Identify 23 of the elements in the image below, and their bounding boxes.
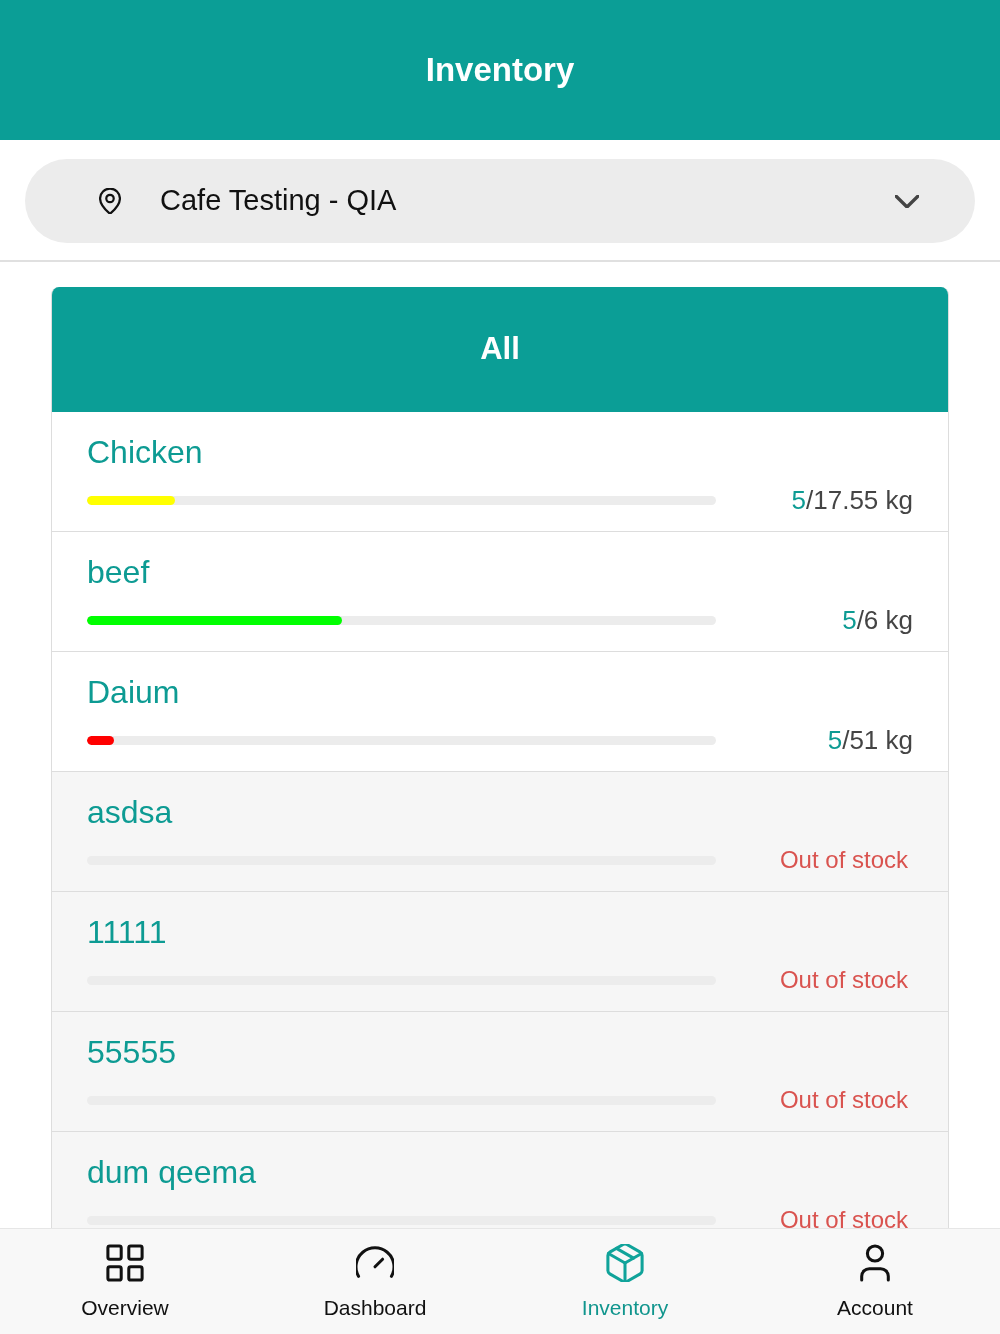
item-name: Chicken: [87, 433, 203, 472]
grid-icon: [106, 1244, 144, 1282]
box-icon: [606, 1244, 644, 1282]
nav-tab[interactable]: Account: [750, 1229, 1000, 1334]
out-of-stock-label: Out of stock: [779, 1085, 908, 1115]
location-pin-icon: [99, 188, 121, 214]
item-name: Daium: [87, 673, 180, 712]
chevron-down-icon: [895, 194, 919, 208]
nav-tab[interactable]: Dashboard: [250, 1229, 500, 1334]
stock-reading: 5/17.55 kg: [791, 485, 913, 515]
nav-tab[interactable]: Overview: [0, 1229, 250, 1334]
out-of-stock-label: Out of stock: [779, 1205, 908, 1228]
stock-reading: 5/51 kg: [827, 725, 913, 755]
stock-reading: 5/6 kg: [842, 605, 913, 635]
out-of-stock-label: Out of stock: [779, 965, 908, 995]
location-selector[interactable]: Cafe Testing - QIA: [25, 159, 975, 243]
header-title: Inventory: [425, 50, 575, 91]
item-name: dum qeema: [87, 1153, 256, 1192]
item-name: 55555: [87, 1033, 176, 1072]
out-of-stock-label: Out of stock: [779, 845, 908, 875]
item-name: 11111: [87, 913, 167, 952]
item-name: beef: [87, 553, 150, 592]
item-name: asdsa: [87, 793, 173, 832]
